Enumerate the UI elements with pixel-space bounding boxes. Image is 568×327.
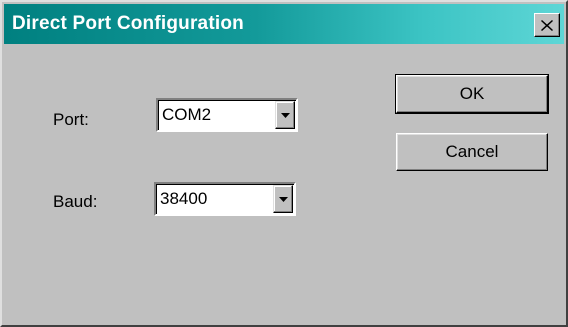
baud-value: 38400	[160, 189, 208, 208]
close-button[interactable]	[534, 13, 560, 37]
baud-dropdown-button[interactable]	[273, 185, 293, 213]
title-bar[interactable]: Direct Port Configuration	[4, 4, 564, 44]
triangle-down-icon	[278, 196, 288, 202]
port-label: Port:	[53, 110, 89, 129]
port-dropdown-button[interactable]	[275, 101, 295, 129]
window-title: Direct Port Configuration	[12, 13, 244, 34]
ok-button[interactable]: OK	[395, 74, 549, 114]
dialog-window: Direct Port Configuration Port: COM2 Bau…	[0, 0, 568, 327]
port-dropdown[interactable]: COM2	[156, 98, 298, 132]
port-value: COM2	[162, 105, 212, 124]
close-icon	[541, 19, 553, 31]
baud-dropdown[interactable]: 38400	[154, 182, 296, 216]
triangle-down-icon	[280, 112, 290, 118]
baud-label: Baud:	[53, 192, 98, 211]
cancel-button[interactable]: Cancel	[396, 133, 548, 171]
